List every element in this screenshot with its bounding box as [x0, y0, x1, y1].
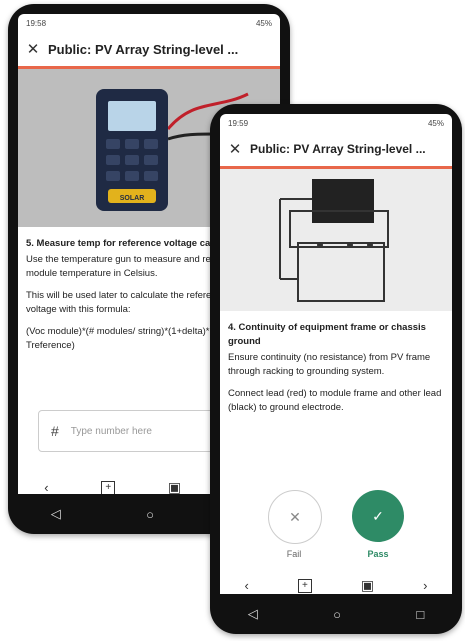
nav-back-icon[interactable]: ◁	[248, 606, 258, 622]
front-screen: 19:59 45% ✕ Public: PV Array String-leve…	[220, 114, 452, 594]
nav-home-icon[interactable]: ○	[146, 507, 154, 522]
fail-label: Fail	[286, 549, 302, 559]
status-time: 19:59	[228, 118, 249, 128]
close-icon[interactable]: ✕	[220, 140, 250, 158]
step-paragraph-1: Ensure continuity (no resistance) from P…	[228, 352, 431, 377]
status-time: 19:58	[26, 18, 47, 28]
forward-icon[interactable]: ›	[423, 578, 427, 593]
step-title: 4. Continuity of equipment frame or chas…	[228, 322, 426, 347]
nav-recents-icon[interactable]: □	[416, 607, 424, 622]
step-image	[220, 169, 452, 311]
app-bar: ✕ Public: PV Array String-level ...	[220, 132, 452, 169]
app-bar: ✕ Public: PV Array String-level ...	[18, 32, 280, 69]
close-icon[interactable]: ✕	[18, 40, 48, 58]
wiring-diagram	[279, 179, 389, 302]
number-input-placeholder: Type number here	[70, 425, 152, 437]
status-bar: 19:59 45%	[220, 114, 452, 132]
pass-label: Pass	[367, 549, 389, 559]
page-title: Public: PV Array String-level ...	[250, 142, 426, 156]
step-paragraph-2: Connect lead (red) to module frame and o…	[228, 388, 442, 413]
add-image-icon[interactable]: +	[101, 480, 116, 494]
device-label: SOLAR	[120, 195, 145, 202]
check-icon: ✓	[372, 507, 384, 524]
nav-back-icon[interactable]: ◁	[51, 506, 61, 522]
pass-button[interactable]: ✓	[352, 490, 404, 542]
camera-icon[interactable]: ▣	[168, 479, 181, 494]
status-battery: 45%	[255, 18, 272, 28]
camera-icon[interactable]: ▣	[361, 577, 374, 594]
step-content: 4. Continuity of equipment frame or chas…	[220, 321, 452, 415]
hash-icon: #	[51, 423, 59, 439]
page-title: Public: PV Array String-level ...	[48, 41, 239, 57]
bottom-toolbar: ‹ + ▣ ›	[220, 577, 452, 594]
back-icon[interactable]: ‹	[44, 480, 48, 494]
system-nav-bar: ◁ ○ □	[210, 594, 462, 634]
status-battery: 45%	[427, 118, 444, 128]
add-image-icon[interactable]: +	[297, 578, 312, 593]
fail-icon: ✕	[289, 508, 301, 525]
nav-home-icon[interactable]: ○	[333, 607, 341, 622]
front-phone: 19:59 45% ✕ Public: PV Array String-leve…	[210, 104, 462, 634]
fail-button[interactable]: ✕	[268, 490, 322, 544]
back-icon[interactable]: ‹	[245, 578, 249, 593]
status-bar: 19:58 45%	[18, 14, 280, 32]
